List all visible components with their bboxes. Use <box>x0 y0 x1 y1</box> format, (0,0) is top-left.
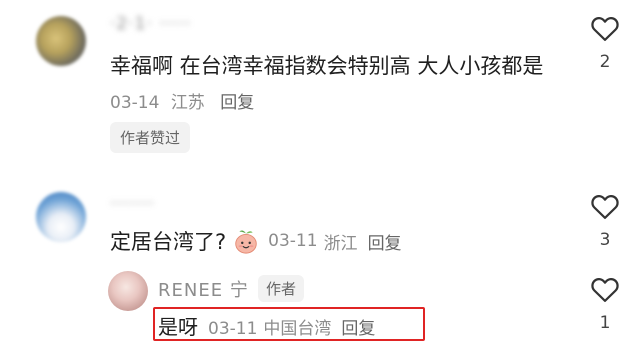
heart-outline-icon[interactable] <box>590 14 620 42</box>
author-name[interactable]: RENEE 宁 <box>158 276 249 302</box>
comment-date: 03-14 <box>110 93 160 113</box>
reply-button[interactable]: 回复 <box>368 229 402 254</box>
comment-text: 幸福啊 在台湾幸福指数会特别高 大人小孩都是 <box>110 54 544 78</box>
commenter-username[interactable]: ······· <box>110 194 155 214</box>
reply-row: 是呀 03-11 中国台湾 回复 <box>158 311 375 340</box>
author-badge: 作者 <box>258 275 305 302</box>
comment-row: 定居台湾了? 03-11 浙江 回复 <box>110 226 402 256</box>
reply-date: 03-11 <box>208 319 258 339</box>
commenter-avatar[interactable] <box>36 192 86 242</box>
heart-outline-icon[interactable] <box>590 192 620 220</box>
comment-location: 浙江 <box>323 233 358 254</box>
commenter-avatar[interactable] <box>36 16 86 66</box>
like-count: 2 <box>599 52 611 72</box>
author-liked-badge: 作者赞过 <box>110 122 191 153</box>
reply-button[interactable]: 回复 <box>220 93 254 113</box>
reply-location: 中国台湾 <box>263 319 332 339</box>
comment-text: 定居台湾了? <box>110 230 227 254</box>
comment-date: 03-11 <box>268 231 318 251</box>
like-count: 3 <box>599 230 611 250</box>
like-count: 1 <box>599 313 611 333</box>
comment-meta: 03-14 江苏 回复 <box>110 88 254 113</box>
commenter-username[interactable]: ·2·1· ····· <box>110 14 191 34</box>
author-avatar[interactable] <box>108 271 148 311</box>
comment-location: 江苏 <box>170 93 205 113</box>
reply-text: 是呀 <box>158 315 198 339</box>
reply-button[interactable]: 回复 <box>341 314 375 339</box>
heart-outline-icon[interactable] <box>590 275 620 303</box>
peach-emoji-icon <box>235 230 257 254</box>
